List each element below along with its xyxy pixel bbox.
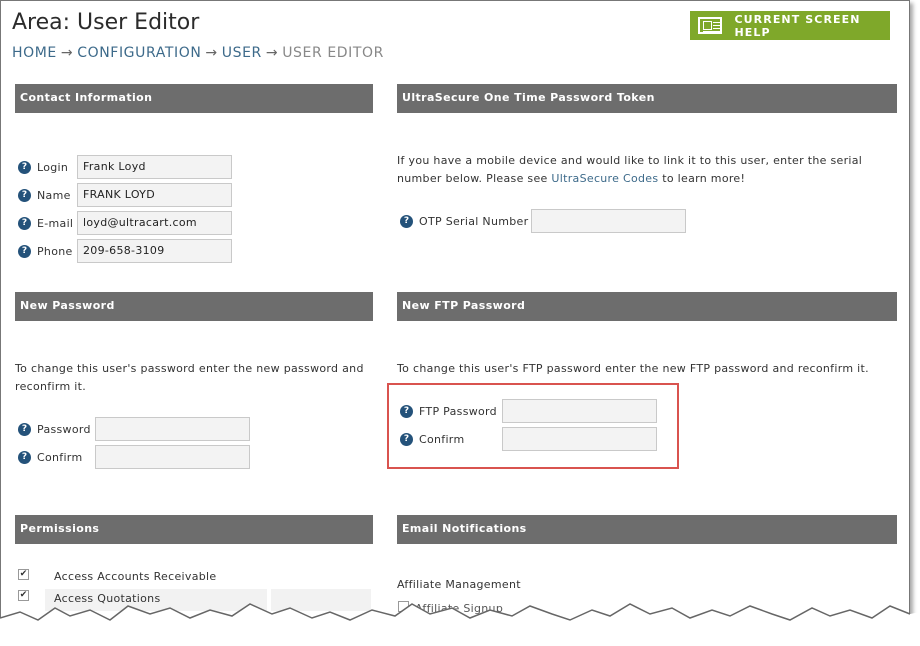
help-question-icon[interactable]: ?	[18, 188, 31, 202]
email-label: E-mail	[37, 216, 74, 230]
password-row: ? Password	[18, 417, 91, 441]
breadcrumb-current: USER EDITOR	[282, 45, 384, 61]
permission-label: Access Accounts Receivable	[54, 570, 217, 583]
help-button-label: CURRENT SCREEN HELP	[734, 12, 861, 39]
ftp-confirm-label: Confirm	[419, 432, 465, 446]
help-question-icon[interactable]: ?	[18, 450, 31, 464]
contact-information-header: Contact Information	[15, 84, 373, 113]
breadcrumb-user[interactable]: USER	[222, 45, 262, 61]
help-question-icon[interactable]: ?	[18, 216, 31, 230]
password-field[interactable]	[95, 417, 250, 441]
phone-field[interactable]: 209-658-3109	[77, 239, 232, 263]
ultrasecure-codes-link[interactable]: UltraSecure Codes	[551, 172, 658, 185]
help-question-icon[interactable]: ?	[400, 214, 413, 228]
help-question-icon[interactable]: ?	[400, 432, 413, 446]
breadcrumb-home[interactable]: HOME	[12, 45, 57, 61]
confirm-password-label: Confirm	[37, 450, 83, 464]
help-question-icon[interactable]: ?	[18, 244, 31, 258]
password-label: Password	[37, 422, 91, 436]
otp-serial-field[interactable]	[531, 209, 686, 233]
email-notifications-header: Email Notifications	[397, 515, 897, 544]
page-title: Area: User Editor	[12, 10, 200, 35]
name-row: ? Name	[18, 183, 71, 207]
permissions-header: Permissions	[15, 515, 373, 544]
confirm-password-row: ? Confirm	[18, 445, 82, 469]
phone-row: ? Phone	[18, 239, 73, 263]
phone-label: Phone	[37, 244, 73, 258]
new-password-header: New Password	[15, 292, 373, 321]
ftp-password-row: ? FTP Password	[400, 399, 497, 423]
permission-checkbox[interactable]: ✔	[18, 569, 29, 580]
help-question-icon[interactable]: ?	[18, 422, 31, 436]
current-screen-help-button[interactable]: CURRENT SCREEN HELP	[690, 11, 890, 40]
breadcrumb: HOME → CONFIGURATION → USER → USER EDITOR	[12, 45, 384, 61]
ftp-confirm-field[interactable]	[502, 427, 657, 451]
help-screen-icon	[698, 17, 723, 34]
ftp-password-label: FTP Password	[419, 404, 497, 418]
name-label: Name	[37, 188, 71, 202]
name-field[interactable]: FRANK LOYD	[77, 183, 232, 207]
new-ftp-password-header: New FTP Password	[397, 292, 897, 321]
login-row: ? Login	[18, 155, 68, 179]
ftp-password-field[interactable]	[502, 399, 657, 423]
login-field[interactable]: Frank Loyd	[77, 155, 232, 179]
ftp-highlight-box	[387, 383, 679, 469]
otp-token-header: UltraSecure One Time Password Token	[397, 84, 897, 113]
app-window: Area: User Editor HOME → CONFIGURATION → USE…	[0, 0, 910, 646]
help-question-icon[interactable]: ?	[18, 160, 31, 174]
email-row: ? E-mail	[18, 211, 73, 235]
ftp-confirm-row: ? Confirm	[400, 427, 464, 451]
login-label: Login	[37, 160, 69, 174]
ftp-password-description: To change this user's FTP password enter…	[397, 362, 869, 375]
otp-description: If you have a mobile device and would li…	[397, 154, 863, 185]
breadcrumb-configuration[interactable]: CONFIGURATION	[77, 45, 201, 61]
confirm-password-field[interactable]	[95, 445, 250, 469]
torn-edge	[0, 603, 920, 646]
otp-serial-label: OTP Serial Number	[419, 214, 529, 228]
otp-serial-row: ? OTP Serial Number	[400, 209, 528, 233]
help-question-icon[interactable]: ?	[400, 404, 413, 418]
new-password-description: To change this user's password enter the…	[15, 362, 364, 393]
email-field[interactable]: loyd@ultracart.com	[77, 211, 232, 235]
